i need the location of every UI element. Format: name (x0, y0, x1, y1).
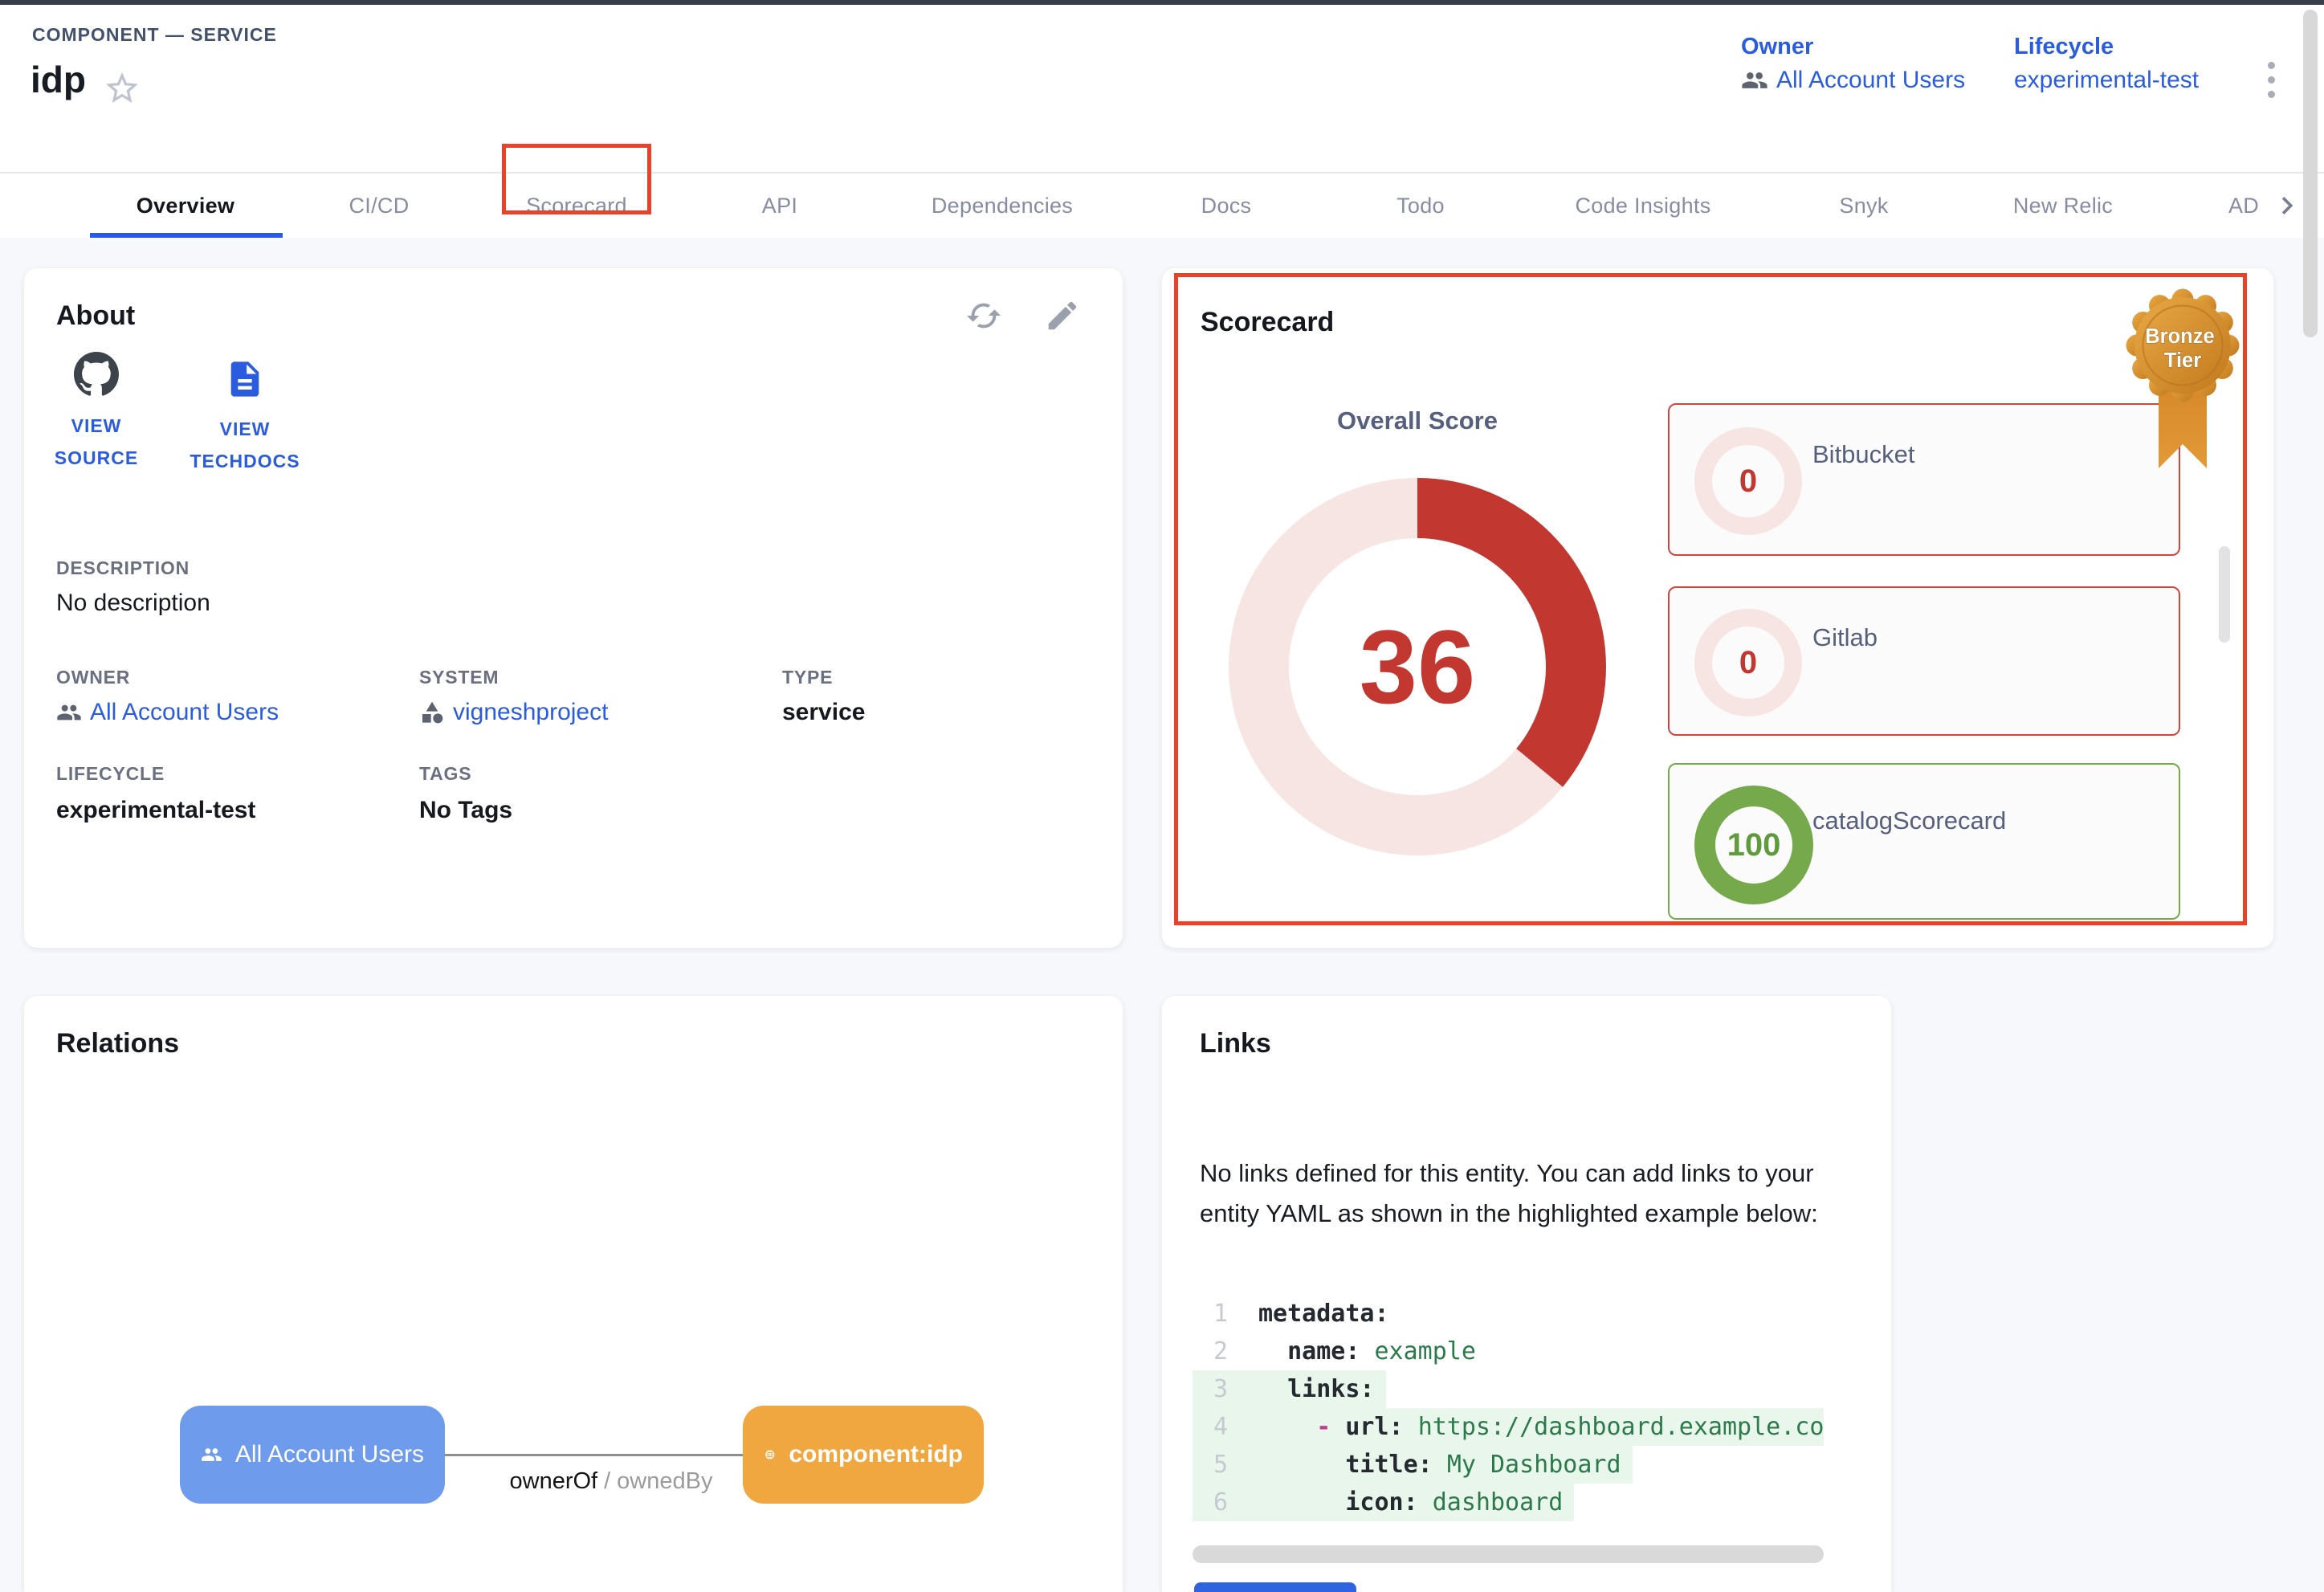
links-empty-message: No links defined for this entity. You ca… (1200, 1153, 1853, 1234)
people-icon (201, 1439, 222, 1471)
owner-label: Owner (1741, 34, 1965, 60)
tab-new-relic[interactable]: New Relic (2013, 173, 2113, 238)
document-icon (224, 358, 266, 400)
system-category-icon (419, 700, 445, 725)
type-field-value: service (782, 699, 865, 726)
relation-node-label: All Account Users (235, 1441, 424, 1468)
tab-docs[interactable]: Docs (1201, 173, 1252, 238)
tab-api[interactable]: API (762, 173, 797, 238)
tab-dependencies[interactable]: Dependencies (932, 173, 1073, 238)
bronze-tier-badge: Bronze Tier (2122, 288, 2243, 476)
system-field-value: vigneshproject (453, 699, 608, 726)
lifecycle-field-label: LIFECYCLE (56, 763, 165, 785)
description-label: DESCRIPTION (56, 557, 190, 579)
owner-value: All Account Users (1776, 67, 1965, 94)
description-value: No description (56, 590, 210, 617)
about-card: About VIEW SOURCE VIEW TECHDOCS DESCRIPT… (24, 268, 1123, 948)
view-source-label: VIEW SOURCE (48, 410, 145, 474)
code-line-highlighted: 3 links: (1193, 1370, 1824, 1408)
badge-line2: Tier (2164, 349, 2201, 372)
links-footer-button[interactable] (1194, 1582, 1356, 1592)
badge-line1: Bronze (2145, 325, 2214, 348)
tab-todo[interactable]: Todo (1396, 173, 1445, 238)
chip-icon (764, 1439, 776, 1470)
links-card-title: Links (1200, 1028, 1271, 1059)
tags-field-label: TAGS (419, 763, 471, 785)
owner-field-label: OWNER (56, 667, 130, 688)
owner-link[interactable]: All Account Users (1741, 67, 1965, 94)
edge-label-primary: ownerOf (510, 1468, 598, 1494)
links-card: Links No links defined for this entity. … (1162, 996, 1891, 1592)
edit-pencil-icon[interactable] (1044, 297, 1081, 334)
tab-overview[interactable]: Overview (137, 173, 234, 238)
tab-adrs-truncated[interactable]: AD (2228, 173, 2259, 238)
lifecycle-label: Lifecycle (2014, 34, 2199, 60)
github-icon (74, 352, 119, 397)
relation-edge-label: ownerOf/ ownedBy (491, 1468, 732, 1495)
page-title: idp (31, 58, 86, 101)
component-page: COMPONENT — SERVICE idp Owner All Accoun… (0, 0, 2324, 1592)
tab-cicd[interactable]: CI/CD (349, 173, 410, 238)
owner-block: Owner All Account Users (1741, 34, 1965, 94)
favorite-star-icon[interactable] (103, 69, 141, 108)
type-field-label: TYPE (782, 667, 833, 688)
annotation-box-scorecard-tab (502, 144, 651, 214)
edge-label-secondary: ownedBy (617, 1468, 712, 1494)
relation-node-component[interactable]: component:idp (743, 1406, 984, 1504)
lifecycle-value: experimental-test (2014, 67, 2199, 94)
view-techdocs-label: VIEW TECHDOCS (185, 413, 305, 477)
relations-card: Relations All Account Users component:id… (24, 996, 1123, 1592)
page-scrollbar[interactable] (2303, 10, 2318, 337)
tab-code-insights[interactable]: Code Insights (1576, 173, 1711, 238)
code-horizontal-scrollbar[interactable] (1193, 1545, 1824, 1563)
people-icon (56, 700, 82, 725)
about-card-title: About (56, 300, 135, 332)
tabs-scroll-chevron-right-icon[interactable] (2269, 188, 2305, 223)
scorecard-card: Scorecard Bronze Tier (1162, 268, 2273, 948)
system-field-label: SYSTEM (419, 667, 499, 688)
tags-field-value: No Tags (419, 797, 512, 824)
owner-field-link[interactable]: All Account Users (56, 699, 279, 726)
people-icon (1741, 67, 1768, 94)
active-tab-indicator (90, 233, 283, 238)
breadcrumb: COMPONENT — SERVICE (32, 24, 277, 46)
code-line: 2 name: example (1193, 1333, 1824, 1370)
refresh-icon[interactable] (965, 297, 1002, 334)
code-line-highlighted: 6 icon: dashboard (1193, 1484, 1824, 1521)
lifecycle-field-value: experimental-test (56, 797, 255, 824)
view-techdocs-link[interactable]: VIEW TECHDOCS (185, 358, 305, 477)
code-line-highlighted: 4 - url: https://dashboard.example.co (1193, 1408, 1824, 1446)
relation-edge (444, 1454, 743, 1456)
entity-tabs: Overview CI/CD Scorecard API Dependencie… (0, 173, 2324, 238)
owner-field-value: All Account Users (90, 699, 279, 726)
more-options-kebab-icon[interactable] (2253, 43, 2289, 116)
tab-snyk[interactable]: Snyk (1839, 173, 1888, 238)
annotation-box-scorecard-card (1174, 273, 2247, 925)
yaml-code-example: 1metadata: 2 name: example 3 links: 4 - … (1193, 1295, 1824, 1521)
relation-node-owner[interactable]: All Account Users (180, 1406, 445, 1504)
relation-node-label: component:idp (789, 1441, 963, 1468)
view-source-link[interactable]: VIEW SOURCE (48, 352, 145, 474)
relations-card-title: Relations (56, 1028, 179, 1059)
code-line-highlighted: 5 title: My Dashboard (1193, 1446, 1824, 1484)
edge-label-separator: / (604, 1468, 610, 1494)
system-field-link[interactable]: vigneshproject (419, 699, 608, 726)
code-line: 1metadata: (1193, 1295, 1824, 1333)
entity-header: COMPONENT — SERVICE idp Owner All Accoun… (0, 5, 2324, 173)
lifecycle-block: Lifecycle experimental-test (2014, 34, 2199, 94)
